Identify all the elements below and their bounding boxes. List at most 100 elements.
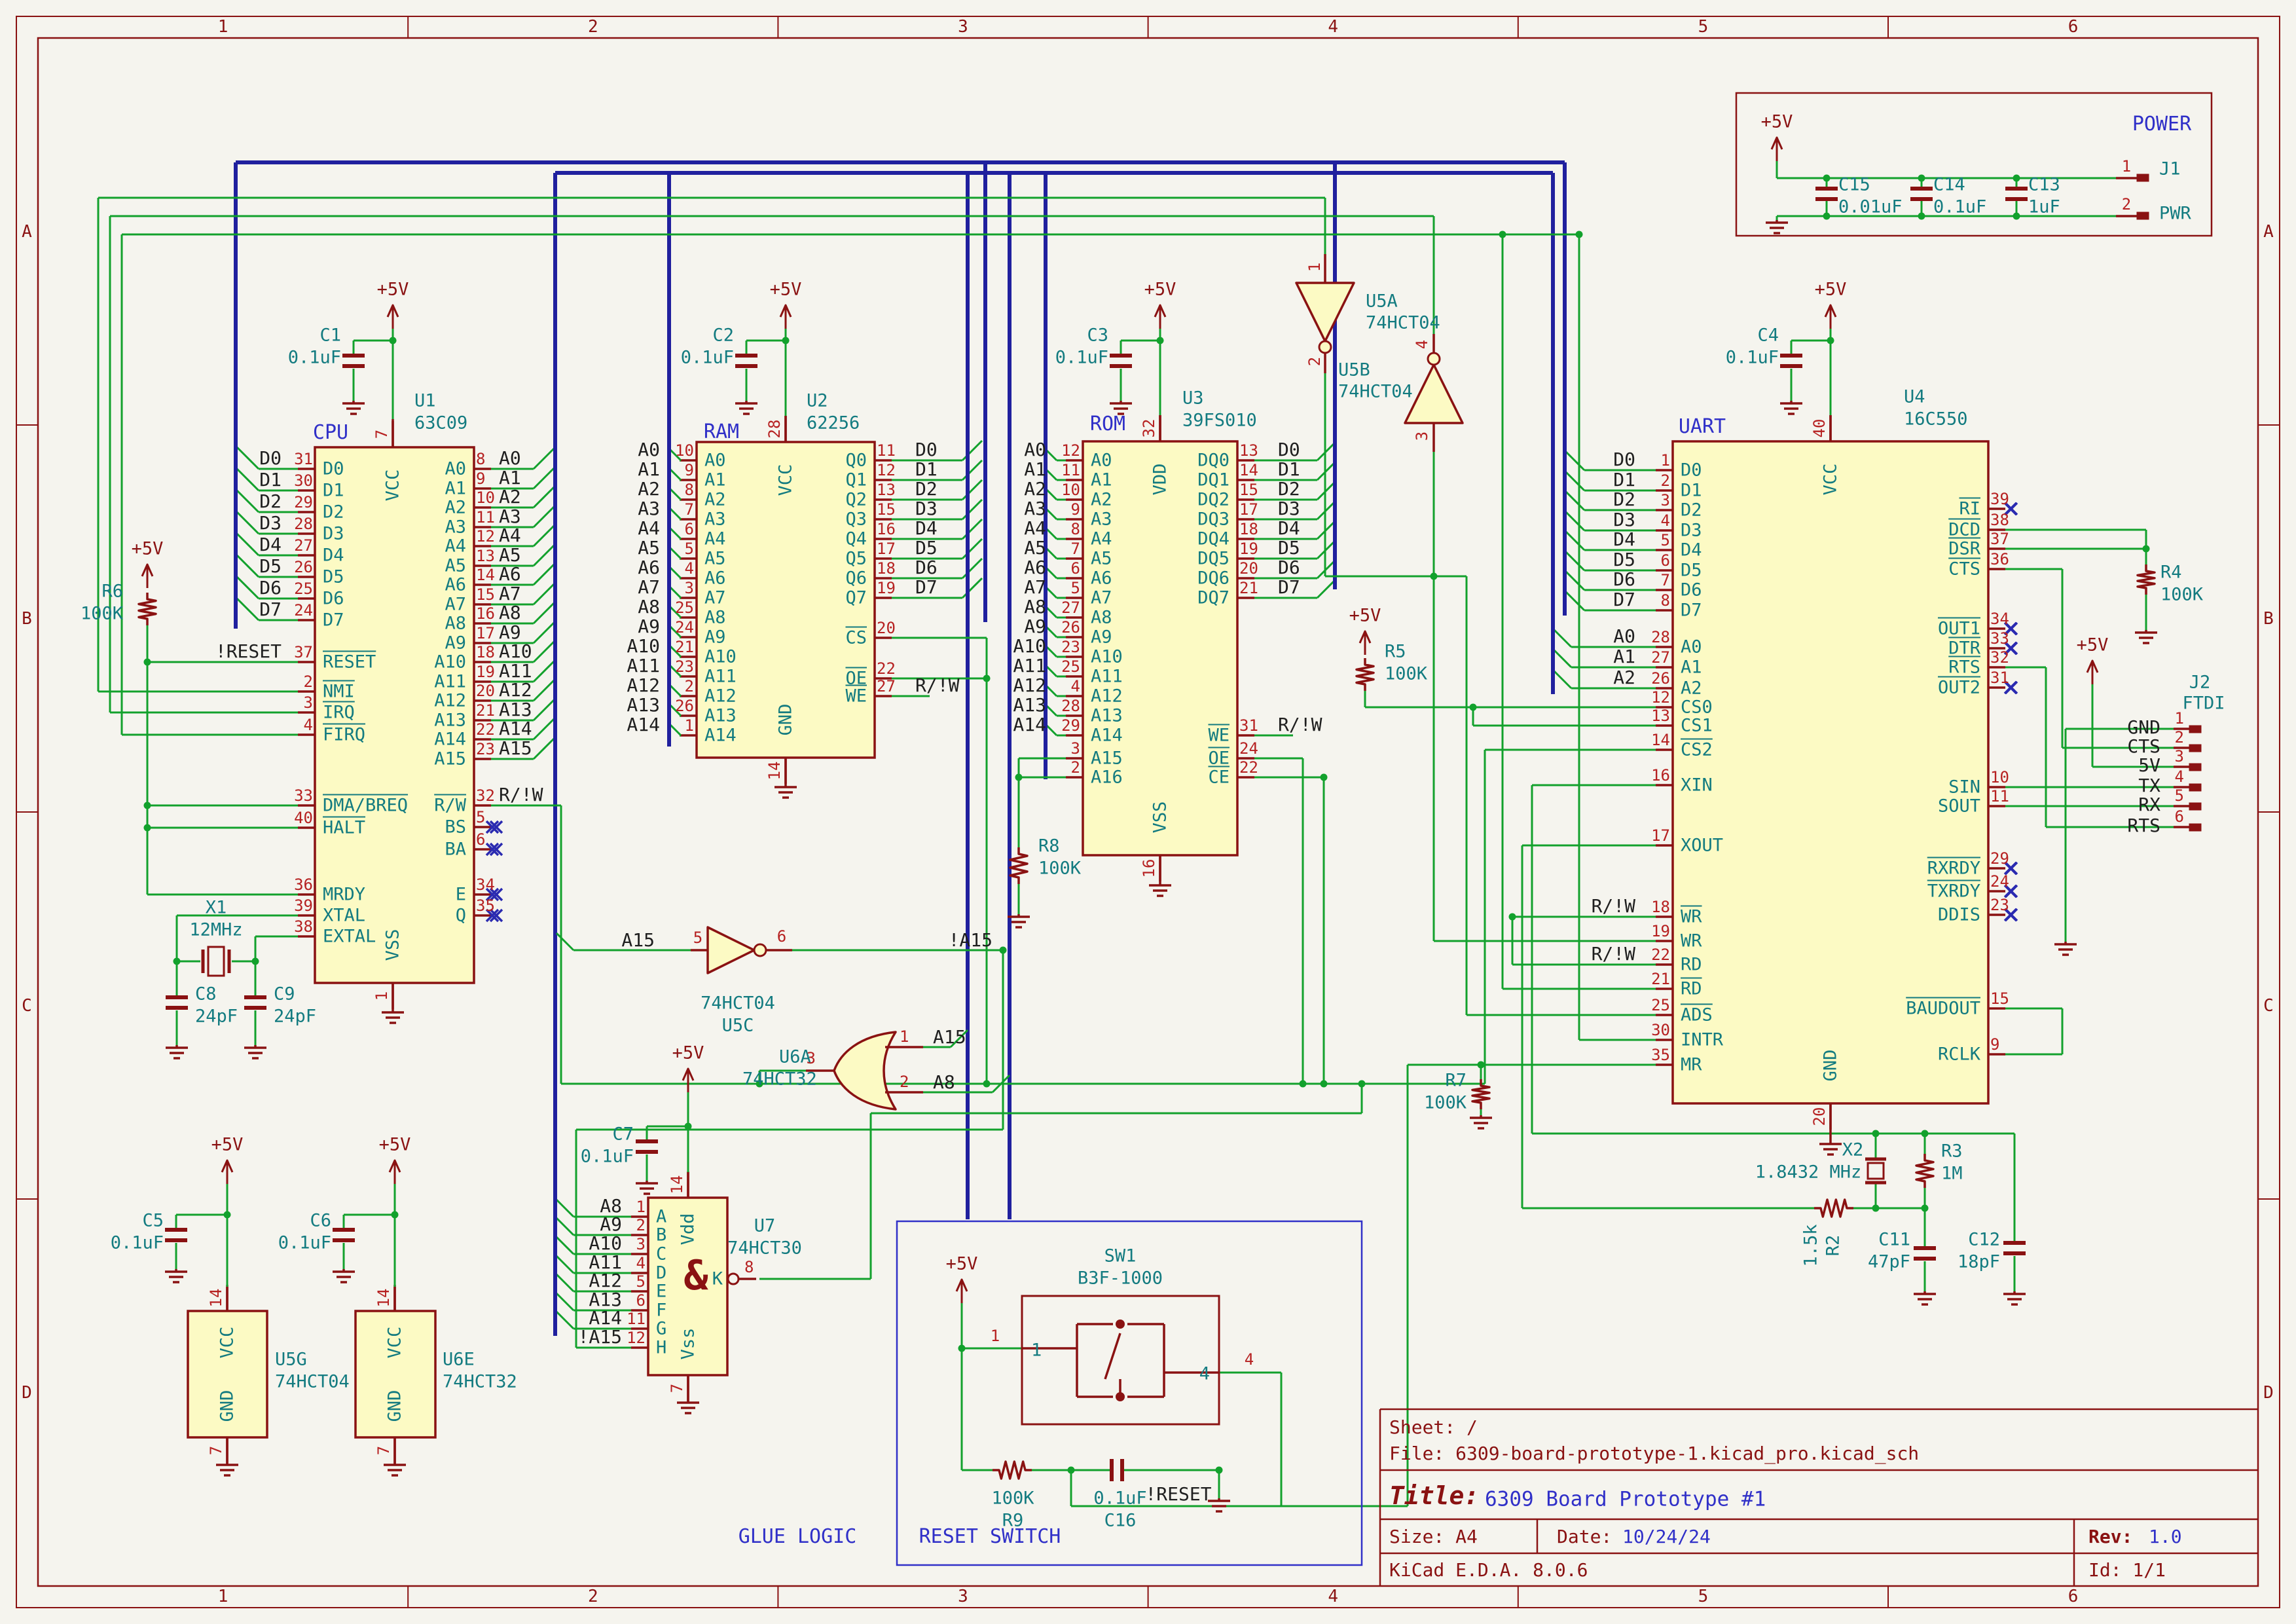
U3-pin28-num: 28: [1061, 698, 1080, 714]
net-label-D6: D6: [915, 559, 938, 577]
U7-pin6-num: 6: [636, 1293, 646, 1308]
U6A-value: 74HCT32: [742, 1071, 817, 1088]
U4-pin39-num: 39: [1990, 491, 2009, 507]
net-label-A0: A0: [499, 449, 521, 468]
U4-pin-RD: RD: [1681, 956, 1702, 974]
net-label-A14: A14: [589, 1309, 622, 1327]
U5G-vcc-num: 14: [208, 1289, 224, 1308]
U4-pin-DSR: DSR: [1948, 540, 1980, 558]
titleblock-title-label: Title:: [1389, 1483, 1479, 1508]
net-label-D0: D0: [1278, 441, 1300, 459]
SW1-pin1-name: 1: [1031, 1342, 1042, 1359]
net-label-a15: A15: [933, 1028, 966, 1046]
U1-pin-A0: A0: [445, 460, 466, 478]
U3-pin-DQ1: DQ1: [1197, 471, 1230, 489]
frame-col-5: 5: [1698, 18, 1709, 35]
U1-pin-EXTAL: EXTAL: [323, 928, 376, 946]
U2-pin12-num: 12: [877, 462, 896, 478]
U2-pin-A11: A11: [704, 668, 737, 686]
U2-pin16-num: 16: [877, 521, 896, 537]
C15-value: 0.01uF: [1838, 198, 1903, 216]
U2-pin-A12: A12: [704, 688, 737, 705]
U2-pin-A10: A10: [704, 648, 737, 666]
U4-pin21-num: 21: [1651, 971, 1670, 987]
U4-pin-DTR: DTR: [1948, 640, 1980, 657]
U2-ref: U2: [807, 392, 828, 410]
U4-gnd-name: GND: [1822, 1050, 1840, 1082]
U2-pin-A5: A5: [704, 550, 726, 568]
net-label-D3: D3: [259, 514, 282, 532]
U4-pin2-num: 2: [1661, 473, 1670, 489]
net-label-D4: D4: [259, 536, 282, 554]
net-label-D6: D6: [1613, 570, 1635, 589]
net-label-D3: D3: [915, 500, 938, 518]
U4-value: 16C550: [1904, 411, 1968, 428]
J2-pin4: 4: [2175, 769, 2184, 784]
frame-row-A: A: [22, 223, 32, 240]
U4-pin29-num: 29: [1990, 851, 2009, 866]
U1-pin27-num: 27: [294, 538, 313, 553]
X1-value: 12MHz: [189, 921, 242, 939]
U2-pin-A2: A2: [704, 491, 726, 509]
frame-col-2: 2: [588, 1588, 598, 1605]
U4-pin32-num: 32: [1990, 650, 2009, 665]
U2-pin6-num: 6: [685, 521, 694, 537]
U7-gnd-num: 7: [669, 1384, 685, 1393]
U2-pin4-num: 4: [685, 561, 694, 576]
plus5v-label-11: +5V: [1761, 113, 1793, 131]
U4-pin-WR: WR: [1681, 932, 1702, 950]
U2-pin5-num: 5: [685, 541, 694, 557]
U2-pin-Q1: Q1: [845, 471, 867, 489]
net-label-A13: A13: [1013, 696, 1046, 714]
net-label-D7: D7: [259, 600, 282, 619]
U3-pin2-num: 2: [1071, 760, 1080, 775]
J2-pin5: 5: [2175, 788, 2184, 803]
U4-ref: U4: [1904, 388, 1925, 406]
U4-pin-D2: D2: [1681, 502, 1702, 519]
U1-pin-MRDY: MRDY: [323, 886, 365, 904]
U3-pin23-num: 23: [1061, 639, 1080, 655]
U4-pin30-num: 30: [1651, 1022, 1670, 1038]
U7-pin-B: B: [656, 1227, 666, 1244]
titleblock-id: Id: 1/1: [2088, 1561, 2166, 1579]
frame-col-6: 6: [2068, 1588, 2079, 1605]
U4-pin36-num: 36: [1990, 551, 2009, 567]
R9-ref: 100K: [991, 1490, 1034, 1507]
SW1-pin4-name: 4: [1199, 1365, 1210, 1383]
U2-pin7-num: 7: [685, 502, 694, 517]
J2-pin1: 1: [2175, 710, 2184, 726]
U1-pin8-num: 8: [476, 451, 485, 467]
net-label-D4: D4: [1278, 519, 1300, 538]
C5-value: 0.1uF: [111, 1234, 164, 1252]
net-label-A7: A7: [638, 578, 660, 597]
U3-pin4-num: 4: [1071, 678, 1080, 694]
U2-pin13-num: 13: [877, 482, 896, 498]
U3-pin-A0: A0: [1091, 452, 1112, 470]
U1-pin31-num: 31: [294, 451, 313, 467]
C1-value: 0.1uF: [288, 349, 341, 367]
net-label-a8: A8: [933, 1073, 955, 1092]
net-label-A0: A0: [1613, 627, 1635, 646]
U3-pin19-num: 19: [1239, 541, 1258, 557]
U3-pin21-num: 21: [1239, 580, 1258, 596]
net-label-A8: A8: [638, 598, 660, 616]
U3-pin-A8: A8: [1091, 609, 1112, 627]
net-label-A9: A9: [638, 618, 660, 636]
U3-pin25-num: 25: [1061, 659, 1080, 674]
U5B-pin4: 4: [1414, 340, 1430, 349]
U1-pin-RESET: RESET: [323, 654, 376, 671]
U5A-pin1: 1: [1307, 263, 1322, 272]
J1-pin1: 1: [2122, 158, 2131, 174]
U5B-ref: U5B: [1338, 361, 1370, 379]
frame-row-D: D: [2263, 1384, 2274, 1401]
U4-pin31-num: 31: [1990, 670, 2009, 686]
net-label-D0: D0: [259, 449, 282, 468]
U1-pin23-num: 23: [476, 741, 495, 757]
U5A-ref: U5A: [1366, 293, 1398, 310]
U2-vcc-num: 28: [767, 420, 782, 439]
U5C-pin6: 6: [777, 929, 786, 944]
U1-pin-D6: D6: [323, 590, 344, 608]
U2-pin3-num: 3: [685, 580, 694, 596]
net-label-A8: A8: [600, 1197, 622, 1215]
titleblock-title: 6309 Board Prototype #1: [1485, 1490, 1766, 1510]
